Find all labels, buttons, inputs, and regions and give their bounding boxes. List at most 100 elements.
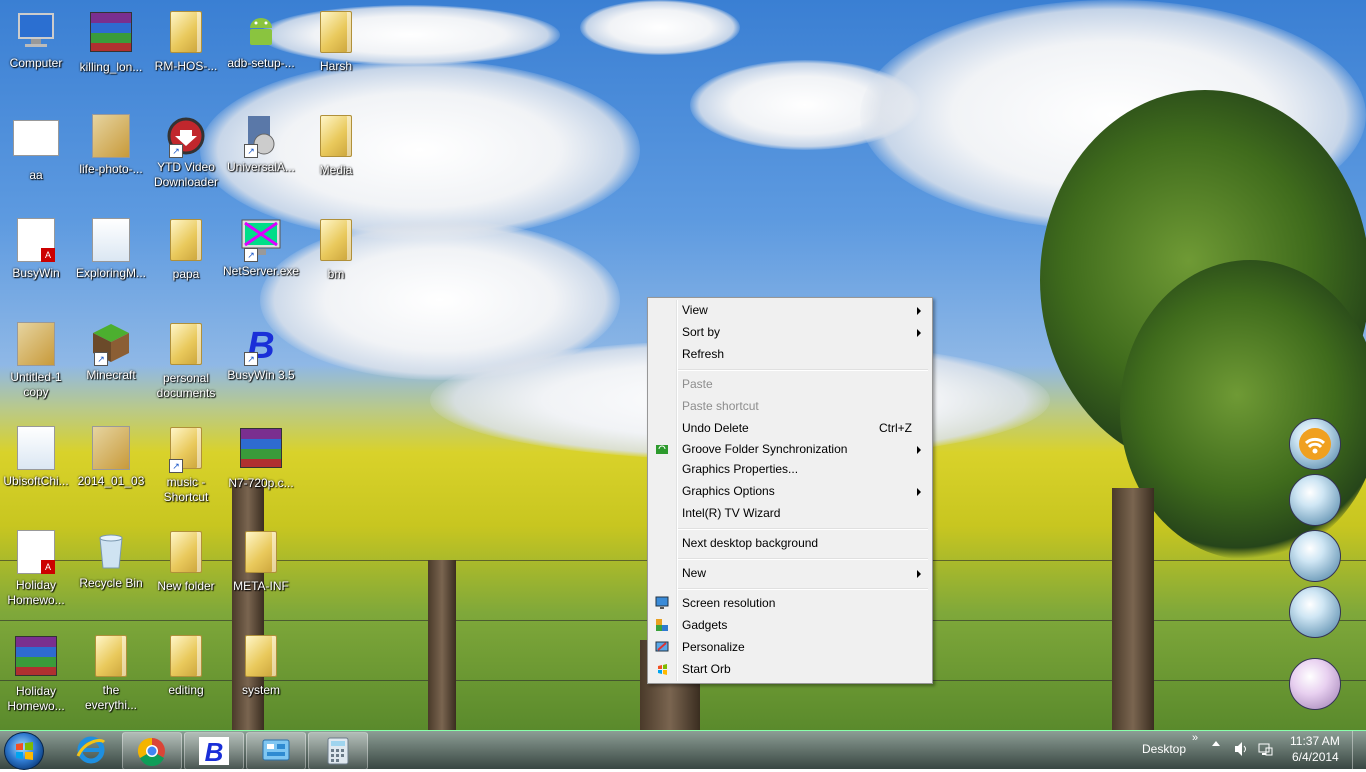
menu-item-sort-by[interactable]: Sort by (650, 322, 930, 343)
chrome-taskbar-button[interactable] (122, 732, 182, 770)
busywin-icon: B ↗ (238, 320, 284, 367)
desktop-icon[interactable]: Media (298, 112, 374, 178)
screen-resolution-icon (655, 596, 669, 610)
desktop-icon[interactable]: ↗ UniversalA... (223, 112, 299, 175)
menu-item-new[interactable]: New (650, 563, 930, 584)
volume-icon[interactable] (1234, 741, 1248, 757)
folder-icon (238, 531, 284, 577)
desktop-icon[interactable]: editing (148, 632, 224, 698)
desktop-icon-label: UniversalA... (226, 160, 296, 174)
desktop-icon[interactable]: Computer (0, 8, 74, 71)
desktop-icon[interactable]: New folder (148, 528, 224, 594)
wallpaper-cloud (580, 0, 740, 55)
desktop-toolbar-label[interactable]: Desktop (1142, 742, 1186, 756)
desktop-icon[interactable]: Recycle Bin (73, 528, 149, 591)
desktop-icon[interactable]: bm (298, 216, 374, 282)
taskbar: B » Desktop 11:37 AM 6/4/2014 (0, 730, 1366, 770)
menu-item-screen-resolution[interactable]: Screen resolution (650, 593, 930, 614)
menu-item-undo-delete[interactable]: Undo Delete Ctrl+Z (650, 418, 930, 439)
menu-item-label: View (682, 303, 708, 317)
desktop-icon[interactable]: killing_lon... (73, 8, 149, 75)
show-desktop-button[interactable] (1352, 731, 1366, 769)
desktop-icon[interactable]: 2014_01_03 (73, 424, 149, 489)
desktop-context-menu: View Sort by Refresh Paste Paste shortcut Und… (647, 297, 933, 684)
desktop-icon-label: New folder (157, 579, 215, 593)
desktop-icon[interactable]: Harsh (298, 8, 374, 74)
menu-item-next-desktop-background[interactable]: Next desktop background (650, 533, 930, 554)
desktop-icon[interactable]: the everythi... (73, 632, 149, 713)
folder-icon (163, 323, 209, 369)
monitor-app-icon: ↗ (238, 216, 284, 262)
desktop-icon[interactable]: RM-HOS-... (148, 8, 224, 74)
desktop-icon[interactable]: papa (148, 216, 224, 282)
desktop-icon[interactable]: personal documents (148, 320, 224, 401)
menu-item-view[interactable]: View (650, 300, 930, 321)
desktop-icon[interactable]: B ↗ BusyWin 3.5 (223, 320, 299, 383)
desktop-icon[interactable]: Holiday Homewo... (0, 632, 74, 714)
desktop-icon[interactable]: ↗ Minecraft (73, 320, 149, 383)
shortcut-arrow-icon: ↗ (244, 248, 258, 262)
desktop-icon[interactable]: META-INF (223, 528, 299, 594)
menu-item-label: Gadgets (682, 618, 728, 632)
desktop-icon[interactable]: A BusyWin (0, 216, 74, 281)
show-hidden-icons-icon[interactable] (1212, 741, 1220, 746)
submenu-arrow-icon (917, 329, 921, 337)
desktop-icon[interactable]: aa (0, 112, 74, 183)
desktop-icon[interactable]: ↗ YTD Video Downloader (148, 112, 224, 190)
menu-item-label: Graphics Options (682, 484, 775, 498)
desktop-icon[interactable]: UbisoftChi... (0, 424, 74, 489)
wifi-gadget-icon[interactable] (1289, 418, 1341, 470)
menu-item-start-orb[interactable]: Start Orb (650, 659, 930, 680)
menu-item-intel-r-tv-wizard[interactable]: Intel(R) TV Wizard (650, 503, 930, 524)
desktop-icon-label: papa (172, 267, 200, 281)
clock-date[interactable]: 6/4/2014 (1292, 750, 1339, 764)
photo-gadget-icon[interactable] (1289, 586, 1341, 638)
menu-item-refresh[interactable]: Refresh (650, 344, 930, 365)
desktop-icon[interactable]: A Holiday Homewo... (0, 528, 74, 608)
desktop-icon-label: NetServer.exe (223, 264, 300, 278)
menu-item-label: Sort by (682, 325, 721, 339)
desktop-icon-label: ExploringM... (75, 266, 147, 280)
desktop-icon[interactable]: ↗ music - Shortcut (148, 424, 224, 505)
submenu-arrow-icon (917, 570, 921, 578)
shortcut-arrow-icon: ↗ (244, 144, 258, 158)
menu-item-label: Personalize (682, 640, 745, 654)
desktop-icon[interactable]: ↗ NetServer.exe (223, 216, 299, 279)
desktop-icon[interactable]: N7-720p.c... (223, 424, 299, 491)
menu-item-graphics-properties[interactable]: Graphics Properties... (650, 459, 930, 480)
clock-time[interactable]: 11:37 AM (1290, 734, 1340, 748)
desktop-icon[interactable]: Untitled-1 copy (0, 320, 74, 400)
desktop-icon-label: Minecraft (86, 368, 136, 382)
submenu-arrow-icon (917, 446, 921, 454)
menu-item-paste-shortcut[interactable]: Paste shortcut (650, 396, 930, 417)
menu-item-personalize[interactable]: Personalize (650, 637, 930, 658)
desktop-icon-label: adb-setup-... (227, 56, 295, 70)
desktop-icon[interactable]: life-photo-... (73, 112, 149, 177)
image-icon (13, 322, 59, 368)
desktop[interactable]: Computer killing_lon... RM-HOS-... adb-setu… (0, 0, 1366, 730)
slideshow-gadget-icon[interactable] (1289, 474, 1341, 526)
orb-gadget-icon[interactable] (1289, 658, 1341, 710)
folder-icon (313, 115, 359, 161)
menu-item-gadgets[interactable]: Gadgets (650, 615, 930, 636)
desktop-icon-label: Computer (9, 56, 63, 70)
menu-item-label: Refresh (682, 347, 725, 361)
menu-item-paste[interactable]: Paste (650, 374, 930, 395)
menu-item-graphics-options[interactable]: Graphics Options (650, 481, 930, 502)
desktop-icon[interactable]: ExploringM... (73, 216, 149, 281)
desktop-icon[interactable]: system (223, 632, 299, 698)
picture-gadget-icon[interactable] (1289, 530, 1341, 582)
start-orb-icon (655, 662, 669, 676)
windows-start-orb-icon[interactable] (4, 732, 44, 770)
desktop-icon[interactable]: adb-setup-... (223, 8, 299, 71)
network-icon[interactable] (1257, 741, 1273, 757)
busywin-taskbar-button[interactable]: B (184, 732, 244, 770)
menu-item-groove-folder-synchronization[interactable]: Groove Folder Synchronization (650, 439, 930, 460)
submenu-arrow-icon (917, 488, 921, 496)
calculator-taskbar-button[interactable] (308, 732, 368, 770)
menu-separator (678, 558, 928, 560)
wallpaper-fence-post (1112, 488, 1154, 730)
toolbar-overflow-chevron[interactable]: » (1192, 732, 1198, 744)
ie-taskbar-button[interactable] (62, 732, 120, 768)
control-panel-taskbar-button[interactable] (246, 732, 306, 770)
